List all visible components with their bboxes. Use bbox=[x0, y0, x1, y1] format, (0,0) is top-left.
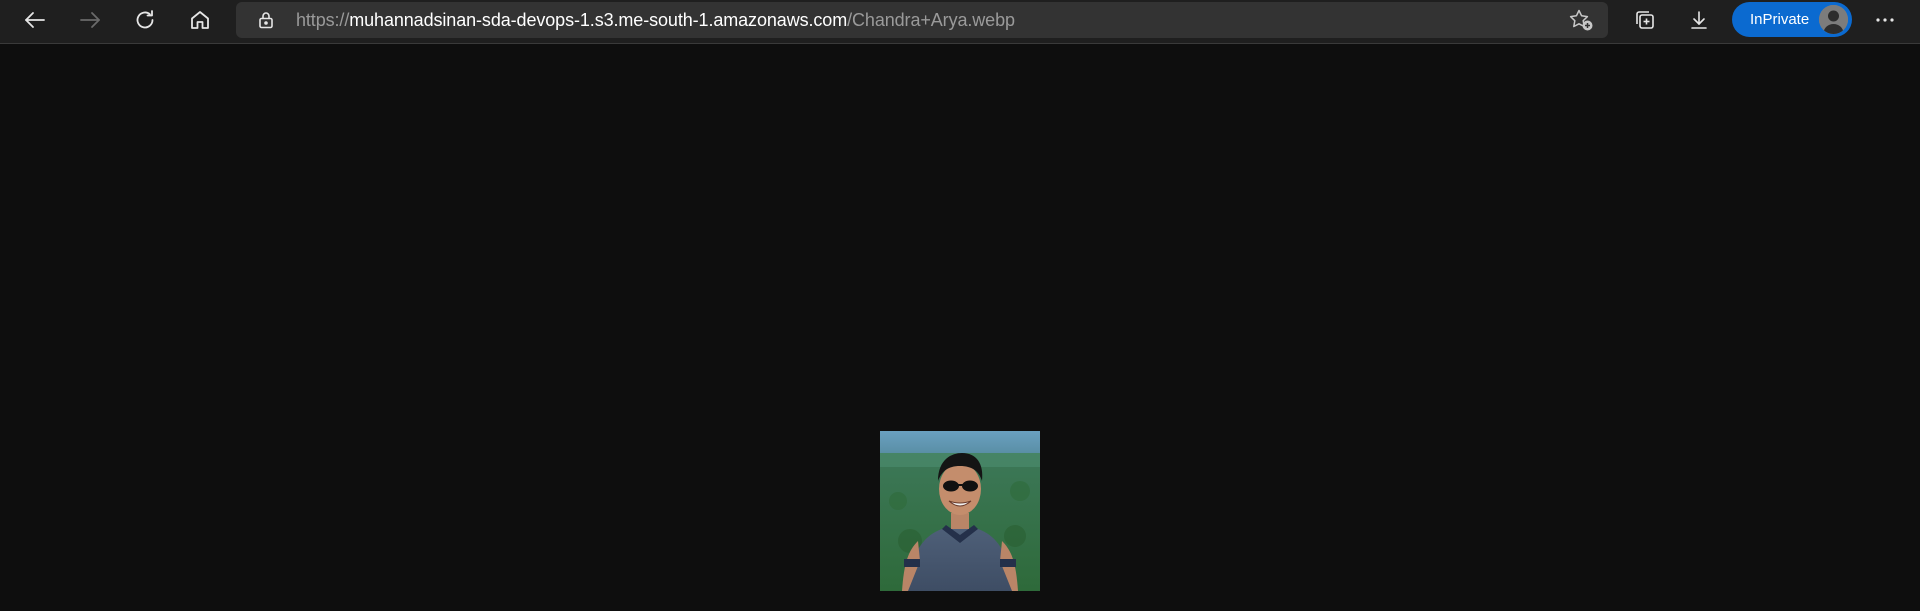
url-host: muhannadsinan-sda-devops-1.s3.me-south-1… bbox=[349, 10, 848, 30]
url-text[interactable]: https://muhannadsinan-sda-devops-1.s3.me… bbox=[296, 2, 1015, 38]
more-button[interactable] bbox=[1865, 2, 1905, 38]
browser-toolbar: https://muhannadsinan-sda-devops-1.s3.me… bbox=[0, 0, 1920, 44]
address-bar[interactable]: https://muhannadsinan-sda-devops-1.s3.me… bbox=[236, 2, 1608, 38]
forward-button[interactable] bbox=[70, 2, 110, 38]
star-add-icon[interactable] bbox=[1568, 8, 1594, 32]
arrow-left-icon bbox=[23, 8, 47, 32]
inprivate-button[interactable]: InPrivate bbox=[1732, 2, 1852, 37]
profile-photo bbox=[880, 431, 1040, 591]
more-icon bbox=[1873, 8, 1897, 32]
downloads-button[interactable] bbox=[1679, 2, 1719, 38]
arrow-right-icon bbox=[78, 8, 102, 32]
home-button[interactable] bbox=[180, 2, 220, 38]
lock-icon[interactable] bbox=[256, 10, 276, 30]
url-path: /Chandra+Arya.webp bbox=[847, 10, 1015, 30]
back-button[interactable] bbox=[15, 2, 55, 38]
home-icon bbox=[188, 8, 212, 32]
inprivate-label: InPrivate bbox=[1750, 11, 1810, 28]
download-icon bbox=[1687, 8, 1711, 32]
collections-button[interactable] bbox=[1625, 2, 1665, 38]
avatar bbox=[1819, 5, 1848, 34]
refresh-button[interactable] bbox=[125, 2, 165, 38]
url-scheme: https:// bbox=[296, 10, 350, 30]
refresh-icon bbox=[133, 8, 157, 32]
collections-icon bbox=[1633, 8, 1657, 32]
